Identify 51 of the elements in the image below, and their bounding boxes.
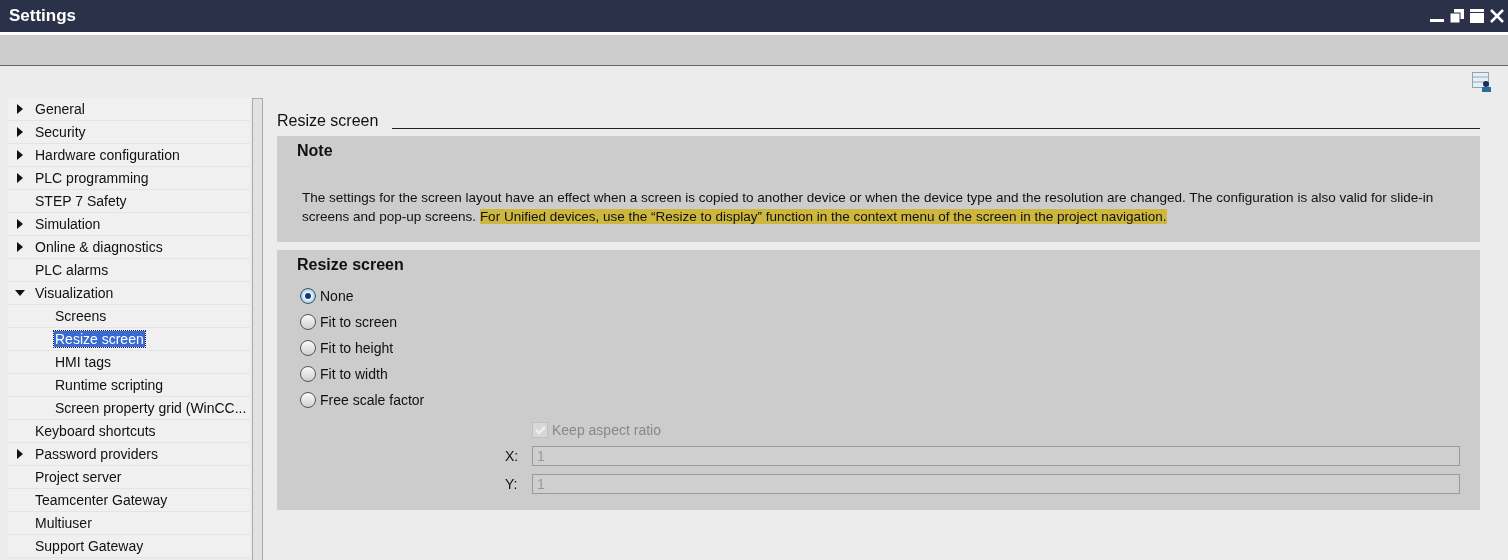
note-text: The settings for the screen layout have an effect when a screen is copied to another device or when the device type and the resolution are changed. The configuration is also valid for slide-in screens and pop-up screens. For Unified devices, use the “Resize to display” function in the context menu of the screen in the project navigation.	[302, 189, 1435, 226]
close-icon[interactable]	[1490, 9, 1504, 23]
scrollbar[interactable]	[252, 98, 263, 560]
tree-item[interactable]: HMI tags	[54, 354, 112, 370]
panel-title: Resize screen	[297, 256, 405, 274]
tree-item[interactable]: PLC programming	[34, 170, 150, 186]
radio-button[interactable]	[300, 314, 316, 330]
tree-item[interactable]: Security	[34, 124, 87, 140]
expand-arrow-icon[interactable]	[17, 150, 23, 160]
tree-item[interactable]: STEP 7 Safety	[34, 193, 128, 209]
tree-item[interactable]: Resize screen	[54, 331, 145, 347]
option-label: Free scale factor	[320, 392, 425, 408]
tree-item[interactable]: Simulation	[34, 216, 102, 232]
section-heading: Resize screen	[277, 112, 379, 130]
option-label: Fit to screen	[320, 314, 398, 330]
checkbox-label: Keep aspect ratio	[552, 422, 661, 438]
tree-item[interactable]: Screen property grid (WinCC...	[54, 400, 248, 416]
radio-button[interactable]	[300, 366, 316, 382]
option-label: Fit to width	[320, 366, 388, 382]
expand-arrow-icon[interactable]	[17, 173, 23, 183]
tree-item[interactable]: PLC alarms	[34, 262, 110, 278]
expand-arrow-icon[interactable]	[17, 104, 23, 114]
restore-icon[interactable]	[1450, 9, 1464, 23]
expand-arrow-icon[interactable]	[17, 449, 23, 459]
tree-item[interactable]: Screens	[54, 308, 108, 324]
tree-item[interactable]: General	[34, 101, 86, 117]
tree-item[interactable]: Project server	[34, 469, 123, 485]
tree-item[interactable]: Keyboard shortcuts	[34, 423, 157, 439]
tree-item[interactable]: Password providers	[34, 446, 159, 462]
expand-arrow-icon[interactable]	[17, 242, 23, 252]
expand-arrow-icon[interactable]	[17, 127, 23, 137]
tree-item[interactable]: Teamcenter Gateway	[34, 492, 169, 508]
tree-item[interactable]: Multiuser	[34, 515, 93, 531]
radio-button[interactable]	[300, 288, 316, 304]
tree-item[interactable]: Runtime scripting	[54, 377, 165, 393]
radio-button[interactable]	[300, 392, 316, 408]
option-label: None	[320, 288, 354, 304]
radio-button[interactable]	[300, 340, 316, 356]
tree-item[interactable]: Visualization	[34, 285, 115, 301]
window-user-icon[interactable]	[1472, 72, 1492, 92]
window-title: Settings	[9, 6, 77, 26]
field-label: X:	[505, 448, 520, 464]
field-label: Y:	[505, 476, 519, 492]
tree-item[interactable]: Support Gateway	[34, 538, 145, 554]
collapse-arrow-icon[interactable]	[15, 290, 25, 296]
tree-item[interactable]: Online & diagnostics	[34, 239, 164, 255]
option-label: Fit to height	[320, 340, 394, 356]
tree-item[interactable]: Hardware configuration	[34, 147, 181, 163]
expand-arrow-icon[interactable]	[17, 219, 23, 229]
panel-title: Note	[297, 142, 334, 160]
maximize-icon[interactable]	[1470, 9, 1484, 23]
